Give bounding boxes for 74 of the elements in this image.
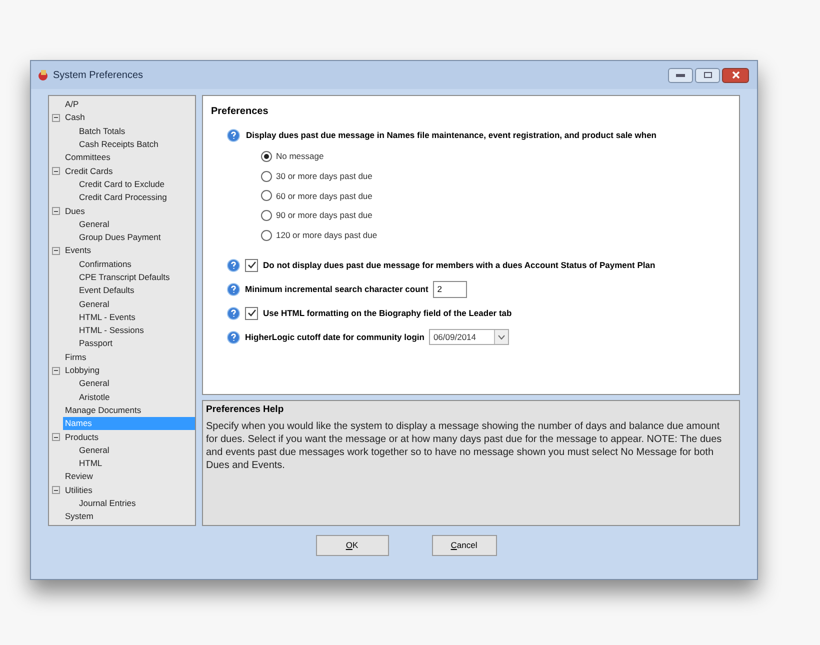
tree-item[interactable]: General [77,298,195,311]
tree-item[interactable]: Confirmations [77,258,195,271]
radio-button[interactable] [261,170,272,182]
date-picker[interactable]: 06/09/2014 [429,329,510,346]
option-label: 60 or more days past due [276,190,372,202]
maximize-button[interactable] [695,68,720,82]
close-icon [732,71,740,79]
checkbox[interactable] [245,258,258,272]
cancel-button[interactable]: Cancel [432,535,496,556]
tree-item[interactable]: Products [63,430,195,444]
section-title: Preferences [211,105,270,119]
tree-item[interactable]: Cash [63,111,195,124]
tree-item[interactable]: Event Defaults [77,284,195,298]
tree-item[interactable]: Cash Receipts Batch [77,138,195,152]
setting-label: Minimum incremental search character count [245,282,428,296]
option-label: 30 or more days past due [276,170,372,182]
tree-item[interactable]: Utilities [63,484,195,497]
tree-item[interactable]: Manage Documents [63,404,195,417]
tree-item[interactable]: HTML [77,457,195,470]
collapse-icon[interactable] [52,246,60,255]
radio-button[interactable] [261,230,272,241]
tree-item[interactable]: Aristotle [77,390,195,404]
tree-item[interactable]: Credit Cards [63,164,195,178]
tree-item[interactable]: CPE Transcript Defaults [77,271,195,284]
tree-item[interactable]: HTML - Events [77,310,195,324]
radio-button[interactable] [261,190,272,202]
tree-item[interactable]: Passport [77,337,195,350]
tree-item[interactable]: Review [63,470,195,484]
tree-item[interactable]: Credit Card Processing [77,191,195,204]
question-label: Display dues past due message in Names file maintenance, event registration, and product sale when [246,129,656,142]
tree-item[interactable]: Firms [63,350,195,364]
collapse-icon[interactable] [52,366,60,375]
option-label: 90 or more days past due [276,209,372,222]
tree-item[interactable]: System [63,510,195,524]
help-icon [227,258,240,272]
setting-label: Do not display dues past due message for members with a dues Account Status of Payment Plan [263,258,656,272]
setting-label: Use HTML formatting on the Biography field of the Leader tab [263,306,512,320]
collapse-icon[interactable] [52,207,60,216]
help-icon [227,282,240,296]
tree-item[interactable]: Journal Entries [77,497,195,510]
option-label: No message [276,150,324,163]
ok-button[interactable]: OK [316,535,388,556]
help-icon [227,306,240,320]
tree-item[interactable]: Lobbying [63,364,195,378]
tree-item[interactable]: Credit Card to Exclude [77,178,195,191]
help-text: Specify when you would like the system to display a message showing the number of days and balance due amount for dues. Select if you want the message or at how many days past due for the message to appear. NOTE: The dues and events past due messages work together so to have no message shown you must select No Message for both Dues and Events. [206,420,723,472]
tree-item[interactable]: Group Dues Payment [77,231,195,244]
collapse-icon[interactable] [52,486,60,494]
tree-item[interactable]: General [77,218,195,231]
checkbox[interactable] [245,306,258,320]
tree-item[interactable]: A/P [63,98,195,112]
tree-item[interactable]: General [77,444,195,457]
tree-item[interactable]: Batch Totals [77,124,195,138]
close-button[interactable] [722,68,749,82]
collapse-icon[interactable] [52,433,60,442]
help-icon [227,330,240,344]
help-icon [227,129,240,142]
option-label: 120 or more days past due [276,229,378,242]
radio-button[interactable] [261,150,272,162]
count-field[interactable]: 2 [433,280,468,298]
setting-label: HigherLogic cutoff date for community login [245,330,424,344]
minimize-button[interactable] [668,68,693,82]
dropdown-icon [498,334,506,340]
tree-item[interactable]: Dues [63,204,195,218]
window-title: System Preferences [53,68,144,82]
tree-item[interactable]: General [77,377,195,390]
tree-item[interactable]: Committees [63,151,195,164]
tree-item[interactable]: HTML - Sessions [77,324,195,338]
collapse-icon[interactable] [52,114,60,122]
radio-button[interactable] [261,210,272,222]
help-title: Preferences Help [206,402,285,417]
collapse-icon[interactable] [52,167,60,176]
tree-item[interactable]: Events [63,244,195,258]
app-icon [37,69,49,81]
